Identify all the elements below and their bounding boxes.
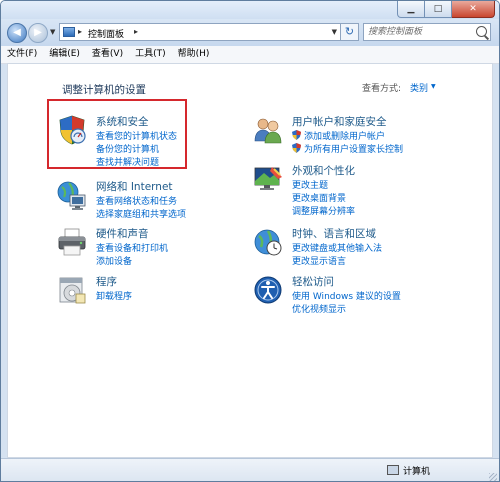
menu-view[interactable]: 查看(V) bbox=[86, 46, 129, 63]
search-box[interactable] bbox=[363, 23, 491, 41]
minimize-button[interactable]: ▁ bbox=[397, 1, 425, 18]
address-bar[interactable]: ▸ 控制面板 ▸ ▼ bbox=[59, 23, 341, 41]
link-view-computer-status[interactable]: 查看您的计算机状态 bbox=[96, 129, 177, 142]
menu-file[interactable]: 文件(F) bbox=[1, 46, 43, 63]
status-text: 计算机 bbox=[403, 467, 431, 477]
menu-bar: 文件(F) 编辑(E) 查看(V) 工具(T) 帮助(H) bbox=[1, 46, 499, 64]
ease-of-access-icon[interactable] bbox=[252, 274, 284, 306]
link-view-network-status[interactable]: 查看网络状态和任务 bbox=[96, 194, 177, 207]
link-parental-controls[interactable]: 为所有用户设置家长控制 bbox=[304, 142, 403, 155]
link-add-remove-user[interactable]: 添加或删除用户帐户 bbox=[304, 129, 385, 142]
shield-icon[interactable] bbox=[56, 114, 88, 146]
programs-icon[interactable] bbox=[56, 274, 88, 306]
link-change-desktop-background[interactable]: 更改桌面背景 bbox=[292, 191, 346, 204]
menu-tools[interactable]: 工具(T) bbox=[129, 46, 172, 63]
category-network-internet: 网络和 Internet 查看网络状态和任务 选择家庭组和共享选项 bbox=[56, 179, 216, 220]
category-programs: 程序 卸载程序 bbox=[56, 274, 216, 314]
control-panel-window: ▁ □ ✕ ◀ ▶ ▼ ▸ 控制面板 ▸ ▼ ↻ 文件(F) 编辑(E) 查看(… bbox=[0, 0, 500, 482]
category-title[interactable]: 外观和个性化 bbox=[292, 163, 355, 178]
chevron-right-icon[interactable]: ▸ bbox=[134, 27, 138, 36]
link-recommended-settings[interactable]: 使用 Windows 建议的设置 bbox=[292, 289, 401, 302]
address-row: ◀ ▶ ▼ ▸ 控制面板 ▸ ▼ ↻ bbox=[1, 19, 499, 46]
category-user-accounts: 用户帐户和家庭安全 添加或删除用户帐户 为所有用户设置家长控制 bbox=[252, 114, 432, 155]
status-bar: 计算机 bbox=[1, 458, 499, 481]
title-bar[interactable]: ▁ □ ✕ bbox=[1, 1, 499, 19]
link-add-device[interactable]: 添加设备 bbox=[96, 254, 132, 267]
category-clock-language-region: 时钟、语言和区域 更改键盘或其他输入法 更改显示语言 bbox=[252, 226, 432, 267]
link-optimize-visual-display[interactable]: 优化视频显示 bbox=[292, 302, 346, 315]
search-icon[interactable] bbox=[476, 26, 487, 37]
category-title[interactable]: 硬件和声音 bbox=[96, 226, 149, 241]
category-system-security: 系统和安全 查看您的计算机状态 备份您的计算机 查找并解决问题 bbox=[56, 114, 186, 168]
category-title[interactable]: 时钟、语言和区域 bbox=[292, 226, 376, 241]
resize-grip[interactable] bbox=[489, 473, 497, 481]
address-dropdown-icon[interactable]: ▼ bbox=[332, 28, 337, 36]
control-panel-icon bbox=[63, 27, 75, 37]
category-title[interactable]: 系统和安全 bbox=[96, 114, 149, 129]
recent-pages-dropdown[interactable]: ▼ bbox=[50, 28, 55, 36]
clock-globe-icon[interactable] bbox=[252, 226, 284, 258]
content-area: 调整计算机的设置 查看方式: 类别 ▼ 系统和安全 查看您的计算机状态 备份您的… bbox=[7, 63, 493, 458]
link-change-theme[interactable]: 更改主题 bbox=[292, 178, 328, 191]
maximize-button[interactable]: □ bbox=[425, 1, 452, 18]
link-change-display-language[interactable]: 更改显示语言 bbox=[292, 254, 346, 267]
back-button[interactable]: ◀ bbox=[7, 23, 27, 43]
link-find-fix-problems[interactable]: 查找并解决问题 bbox=[96, 155, 159, 168]
link-adjust-resolution[interactable]: 调整屏幕分辨率 bbox=[292, 204, 355, 217]
category-title[interactable]: 程序 bbox=[96, 274, 117, 289]
link-change-keyboard-input[interactable]: 更改键盘或其他输入法 bbox=[292, 241, 382, 254]
view-by-dropdown[interactable]: 类别 bbox=[410, 81, 428, 94]
close-button[interactable]: ✕ bbox=[452, 1, 495, 18]
menu-edit[interactable]: 编辑(E) bbox=[43, 46, 86, 63]
category-hardware-sound: 硬件和声音 查看设备和打印机 添加设备 bbox=[56, 226, 216, 267]
appearance-icon[interactable] bbox=[252, 163, 284, 195]
category-appearance: 外观和个性化 更改主题 更改桌面背景 调整屏幕分辨率 bbox=[252, 163, 432, 217]
uac-shield-icon bbox=[292, 130, 301, 140]
menu-help[interactable]: 帮助(H) bbox=[172, 46, 216, 63]
uac-shield-icon bbox=[292, 143, 301, 153]
forward-button[interactable]: ▶ bbox=[28, 23, 48, 43]
refresh-button[interactable]: ↻ bbox=[341, 23, 359, 41]
network-icon[interactable] bbox=[56, 179, 88, 211]
category-title[interactable]: 网络和 Internet bbox=[96, 179, 173, 194]
link-uninstall-program[interactable]: 卸载程序 bbox=[96, 289, 132, 302]
link-devices-printers[interactable]: 查看设备和打印机 bbox=[96, 241, 168, 254]
page-title: 调整计算机的设置 bbox=[62, 84, 146, 96]
view-by-label: 查看方式: bbox=[362, 84, 402, 94]
printer-icon[interactable] bbox=[56, 226, 88, 258]
category-title[interactable]: 用户帐户和家庭安全 bbox=[292, 114, 387, 129]
chevron-right-icon[interactable]: ▸ bbox=[78, 27, 82, 36]
category-ease-of-access: 轻松访问 使用 Windows 建议的设置 优化视频显示 bbox=[252, 274, 432, 315]
users-icon[interactable] bbox=[252, 114, 284, 146]
caption-buttons: ▁ □ ✕ bbox=[397, 1, 495, 18]
search-input[interactable] bbox=[366, 25, 478, 39]
link-homegroup-sharing[interactable]: 选择家庭组和共享选项 bbox=[96, 207, 186, 220]
chevron-down-icon[interactable]: ▼ bbox=[431, 83, 436, 90]
link-backup-computer[interactable]: 备份您的计算机 bbox=[96, 142, 159, 155]
breadcrumb-control-panel[interactable]: 控制面板 bbox=[88, 27, 124, 40]
category-title[interactable]: 轻松访问 bbox=[292, 274, 334, 289]
computer-icon bbox=[387, 465, 399, 475]
